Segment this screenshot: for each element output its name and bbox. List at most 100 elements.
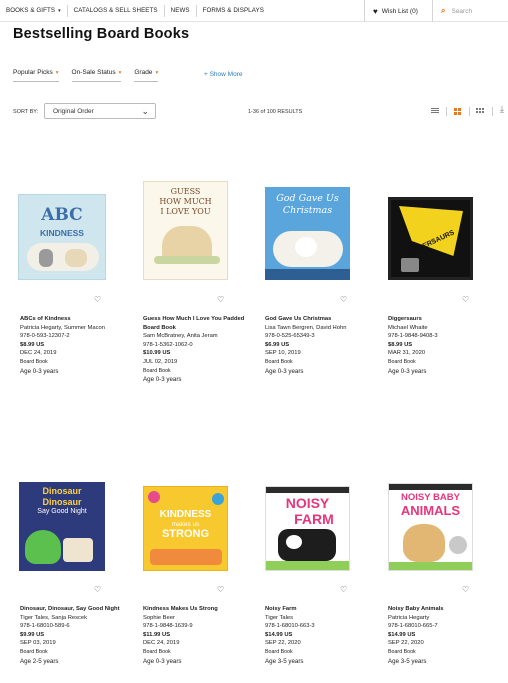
product-title[interactable]: Diggersaurs: [388, 315, 496, 324]
chevron-down-icon: ⌄: [141, 106, 149, 116]
product-author[interactable]: Tiger Tales: [265, 614, 373, 623]
sort-label: SORT BY:: [13, 109, 39, 115]
product-isbn: 978-1-5362-1062-0: [143, 341, 193, 348]
nav-books-gifts[interactable]: BOOKS & GIFTS ▾: [0, 0, 67, 22]
cover-title: HOW MUCH: [159, 197, 212, 206]
product-title[interactable]: Guess How Much I Love You Padded Board B…: [143, 315, 251, 332]
wishlist-heart-icon[interactable]: ♡: [94, 585, 101, 594]
cover-illustration: [154, 256, 220, 264]
search-box[interactable]: ⌕ Search: [432, 0, 472, 22]
wishlist-heart-icon[interactable]: ♡: [217, 295, 224, 304]
product-info: Diggersaurs Michael Whaite 978-1-9848-94…: [388, 315, 496, 376]
product-title[interactable]: Kindness Makes Us Strong: [143, 605, 251, 614]
product-author[interactable]: Sam McBratney, Anita Jeram: [143, 332, 251, 341]
chevron-down-icon: ▾: [155, 69, 159, 76]
cover-title: ABC: [41, 205, 83, 225]
product-age: Age 3-5 years: [388, 657, 427, 665]
filter-grade[interactable]: Grade ▾: [134, 69, 159, 82]
product-author[interactable]: Tiger Tales, Sanja Rescek: [20, 614, 128, 623]
compact-grid-icon[interactable]: [476, 106, 486, 116]
grid-view-icon[interactable]: [453, 106, 463, 116]
filter-bar: Popular Picks ▾ On-Sale Status ▾ Grade ▾: [13, 69, 171, 82]
product-title[interactable]: Noisy Baby Animals: [388, 605, 496, 614]
book-cover-image[interactable]: Dinosaur Dinosaur Say Good Night: [19, 482, 105, 571]
nav-forms-displays[interactable]: FORMS & DISPLAYS: [197, 0, 270, 22]
filter-popular-picks[interactable]: Popular Picks ▾: [13, 69, 59, 82]
wishlist-heart-icon[interactable]: ♡: [340, 585, 347, 594]
nav-catalogs[interactable]: CATALOGS & SELL SHEETS: [68, 0, 164, 22]
cover-illustration: [295, 237, 317, 257]
wishlist-heart-icon[interactable]: ♡: [94, 295, 101, 304]
book-cover-image[interactable]: GUESS HOW MUCH I LOVE YOU: [143, 181, 228, 280]
product-info: ABCs of Kindness Patricia Hegarty, Summe…: [20, 315, 128, 376]
product-date: JUL 02, 2019: [143, 358, 178, 365]
product-date: SEP 22, 2020: [265, 640, 301, 647]
wishlist-link[interactable]: ♥ Wish List (0): [364, 0, 418, 22]
download-icon[interactable]: [499, 104, 508, 116]
cover-illustration: [65, 249, 87, 267]
nav-news[interactable]: NEWS: [165, 0, 196, 22]
product-price: $9.99 US: [20, 631, 45, 638]
cover-title: ANIMALS: [400, 503, 461, 518]
page-title: Bestselling Board Books: [13, 26, 190, 42]
chevron-down-icon: ▾: [118, 69, 122, 76]
list-view-icon[interactable]: [430, 106, 440, 116]
product-price: $14.99 US: [265, 631, 293, 638]
filter-label: On-Sale Status: [71, 69, 116, 76]
filter-label: Grade: [134, 69, 153, 76]
product-author[interactable]: Patricia Hegarty, Summer Macon: [20, 324, 128, 333]
cover-title: FARM: [294, 511, 334, 527]
filter-label: Popular Picks: [13, 69, 53, 76]
cover-illustration: [162, 226, 212, 260]
cover-illustration: [389, 484, 472, 490]
product-isbn: 978-0-593-12307-2: [20, 333, 70, 340]
book-cover-image[interactable]: NOISY FARM: [265, 486, 350, 571]
cover-illustration: [286, 535, 302, 549]
product-format: Board Book: [20, 358, 48, 365]
product-info: God Gave Us Christmas Lisa Tawn Bergren,…: [265, 315, 373, 376]
product-title[interactable]: ABCs of Kindness: [20, 315, 128, 324]
product-title[interactable]: God Gave Us Christmas: [265, 315, 373, 324]
divider: [469, 106, 470, 116]
cover-title: Dinosaur: [42, 486, 82, 496]
book-cover-image[interactable]: DIGGERSAURS: [388, 197, 473, 280]
nav-forms-displays-label: FORMS & DISPLAYS: [202, 7, 264, 14]
product-info: Noisy Baby Animals Patricia Hegarty 978-…: [388, 605, 496, 666]
book-cover-image[interactable]: NOISY BABY ANIMALS: [388, 483, 473, 571]
product-age: Age 0-3 years: [20, 367, 59, 375]
cover-title: NOISY BABY: [401, 492, 460, 503]
search-input[interactable]: Search: [451, 8, 472, 15]
cover-title: I LOVE YOU: [160, 207, 211, 216]
cover-title: STRONG: [161, 528, 210, 540]
book-cover-image[interactable]: God Gave Us Christmas: [265, 187, 350, 280]
product-author[interactable]: Lisa Tawn Bergren, David Hohn: [265, 324, 373, 333]
book-cover-image[interactable]: KINDNESS makes us STRONG: [143, 486, 228, 571]
product-info: Kindness Makes Us Strong Sophie Beer 978…: [143, 605, 251, 666]
cover-illustration: [27, 243, 99, 271]
product-author[interactable]: Patricia Hegarty: [388, 614, 496, 623]
wishlist-heart-icon[interactable]: ♡: [217, 585, 224, 594]
product-format: Board Book: [143, 648, 171, 655]
product-date: DEC 24, 2019: [20, 350, 57, 357]
cover-title: Christmas: [282, 205, 333, 216]
product-isbn: 978-1-9848-9408-3: [388, 333, 438, 340]
product-title[interactable]: Dinosaur, Dinosaur, Say Good Night: [20, 605, 128, 614]
cover-subtitle: makes us: [171, 521, 200, 528]
product-age: Age 0-3 years: [265, 367, 304, 375]
cover-illustration: [449, 536, 467, 554]
product-isbn: 978-1-9848-1639-9: [143, 623, 193, 630]
sort-select[interactable]: Original Order ⌄: [44, 103, 156, 119]
show-more-link[interactable]: + Show More: [204, 71, 242, 78]
wishlist-heart-icon[interactable]: ♡: [462, 295, 469, 304]
divider: [446, 106, 447, 116]
product-author[interactable]: Michael Whaite: [388, 324, 496, 333]
product-date: SEP 22, 2020: [388, 640, 424, 647]
cover-illustration: [265, 269, 350, 280]
book-cover-image[interactable]: ABC KINDNESS: [18, 194, 106, 280]
wishlist-heart-icon[interactable]: ♡: [462, 585, 469, 594]
product-author[interactable]: Sophie Beer: [143, 614, 251, 623]
filter-on-sale-status[interactable]: On-Sale Status ▾: [71, 69, 122, 82]
product-title[interactable]: Noisy Farm: [265, 605, 373, 614]
wishlist-heart-icon[interactable]: ♡: [340, 295, 347, 304]
cover-title: Dinosaur: [42, 497, 82, 507]
